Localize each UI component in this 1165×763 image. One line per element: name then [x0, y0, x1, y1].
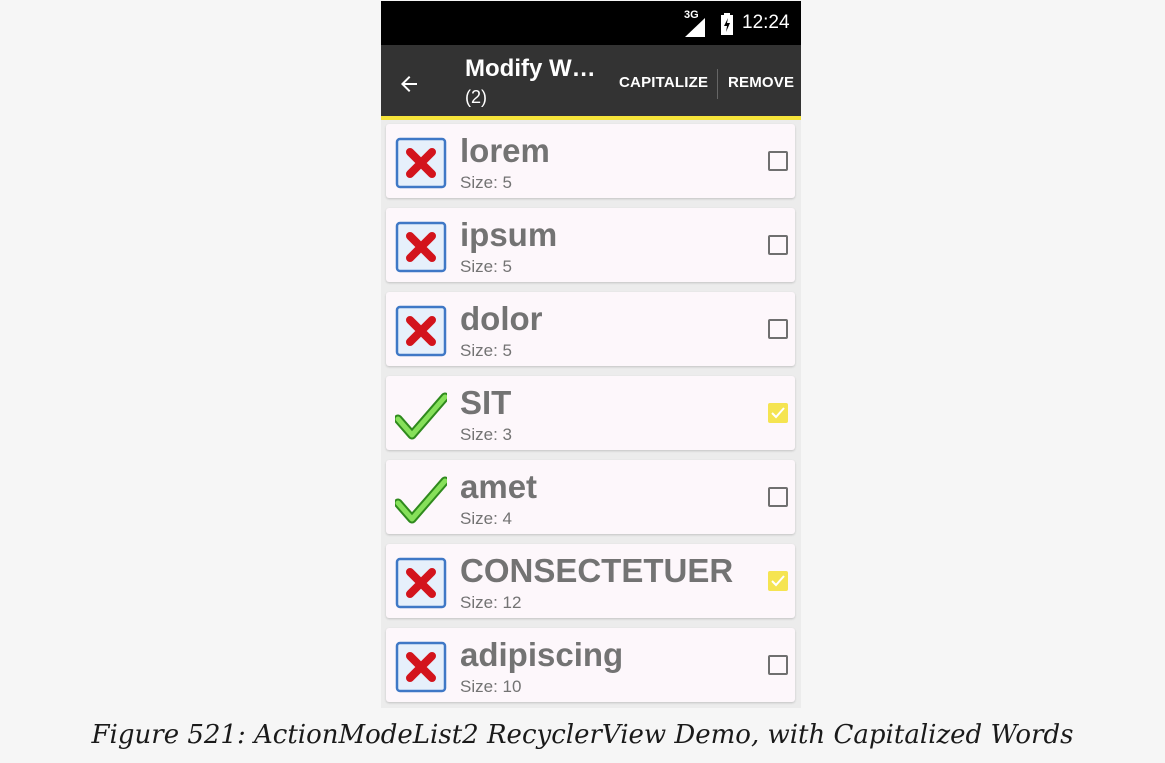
contextual-action-bar: Modify W… (2) CAPITALIZE REMOVE: [381, 45, 801, 120]
back-arrow-icon[interactable]: [397, 72, 421, 96]
clock: 12:24: [742, 12, 790, 33]
list-item[interactable]: lorem Size: 5: [386, 124, 795, 198]
list-item[interactable]: ipsum Size: 5: [386, 208, 795, 282]
list-item[interactable]: dolor Size: 5: [386, 292, 795, 366]
signal-icon: [685, 18, 705, 37]
word-label: dolor: [460, 300, 543, 337]
phone-screen: 3G 12:24 Modify W… (2) CAPITALIZE REMOVE…: [381, 1, 801, 708]
selection-checkbox[interactable]: [768, 487, 788, 507]
capitalize-button[interactable]: CAPITALIZE: [619, 74, 708, 91]
selection-checkbox[interactable]: [768, 319, 788, 339]
size-label: Size: 5: [460, 173, 512, 192]
word-label: lorem: [460, 132, 550, 169]
size-label: Size: 5: [460, 257, 512, 276]
checkmark-icon: [771, 575, 785, 587]
remove-button[interactable]: REMOVE: [728, 74, 794, 91]
size-label: Size: 5: [460, 341, 512, 360]
action-divider: [717, 69, 718, 99]
battery-charging-icon: [721, 13, 733, 35]
list-item[interactable]: amet Size: 4: [386, 460, 795, 534]
red-x-icon: [395, 305, 447, 357]
red-x-icon: [395, 221, 447, 273]
word-label: adipiscing: [460, 636, 624, 673]
checkmark-icon: [771, 407, 785, 419]
word-label: SIT: [460, 384, 512, 421]
selection-checkbox[interactable]: [768, 571, 788, 591]
figure-caption: Figure 521: ActionModeList2 RecyclerView…: [91, 720, 1074, 750]
size-label: Size: 3: [460, 425, 512, 444]
status-bar: 3G 12:24: [381, 1, 801, 45]
green-check-icon: [395, 392, 447, 440]
red-x-icon: [395, 641, 447, 693]
size-label: Size: 10: [460, 677, 522, 696]
list-item[interactable]: SIT Size: 3: [386, 376, 795, 450]
list-item[interactable]: adipiscing Size: 10: [386, 628, 795, 702]
red-x-icon: [395, 137, 447, 189]
selection-count: (2): [465, 87, 487, 107]
green-check-icon: [395, 476, 447, 524]
word-label: ipsum: [460, 216, 558, 253]
size-label: Size: 4: [460, 509, 512, 528]
selection-checkbox[interactable]: [768, 655, 788, 675]
size-label: Size: 12: [460, 593, 522, 612]
selection-checkbox[interactable]: [768, 403, 788, 423]
action-mode-title: Modify W…: [465, 55, 596, 82]
selection-checkbox[interactable]: [768, 151, 788, 171]
selection-checkbox[interactable]: [768, 235, 788, 255]
list-item[interactable]: CONSECTETUER Size: 12: [386, 544, 795, 618]
word-label: CONSECTETUER: [460, 552, 734, 589]
red-x-icon: [395, 557, 447, 609]
word-label: amet: [460, 468, 538, 505]
